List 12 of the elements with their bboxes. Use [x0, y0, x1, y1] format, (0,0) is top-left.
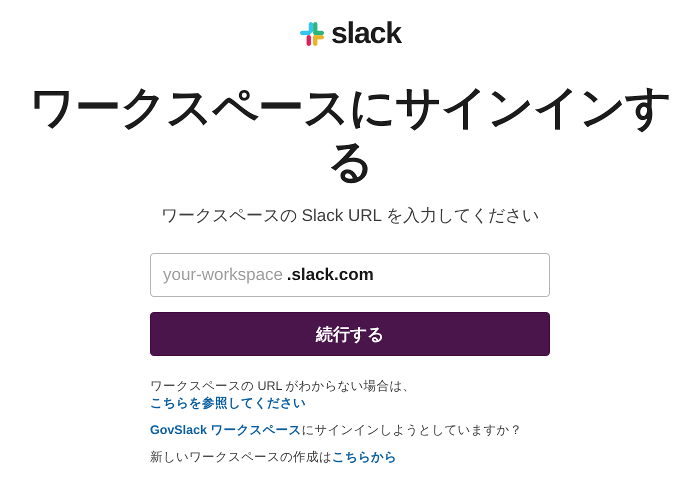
help-text: 新しいワークスペースの作成はこちらから: [150, 449, 398, 466]
page-title: ワークスペースにサインインする: [28, 80, 672, 188]
help-text: GovSlack ワークスペースにサインインしようとしていますか？: [150, 422, 524, 439]
continue-button[interactable]: 続行する: [150, 312, 550, 356]
slack-logo-icon: [298, 21, 325, 47]
help-link[interactable]: GovSlack ワークスペース: [150, 423, 302, 437]
help-link[interactable]: こちらから: [332, 450, 397, 464]
subtitle: ワークスペースの Slack URL を入力してください: [160, 205, 540, 227]
help-link[interactable]: こちらを参照してください: [150, 396, 306, 410]
workspace-url-field[interactable]: your-workspace .slack.com: [150, 253, 550, 297]
logo-text: slack: [330, 18, 402, 50]
help-text: ワークスペースの URL がわからない場合は、 こちらを参照してください: [150, 378, 416, 412]
